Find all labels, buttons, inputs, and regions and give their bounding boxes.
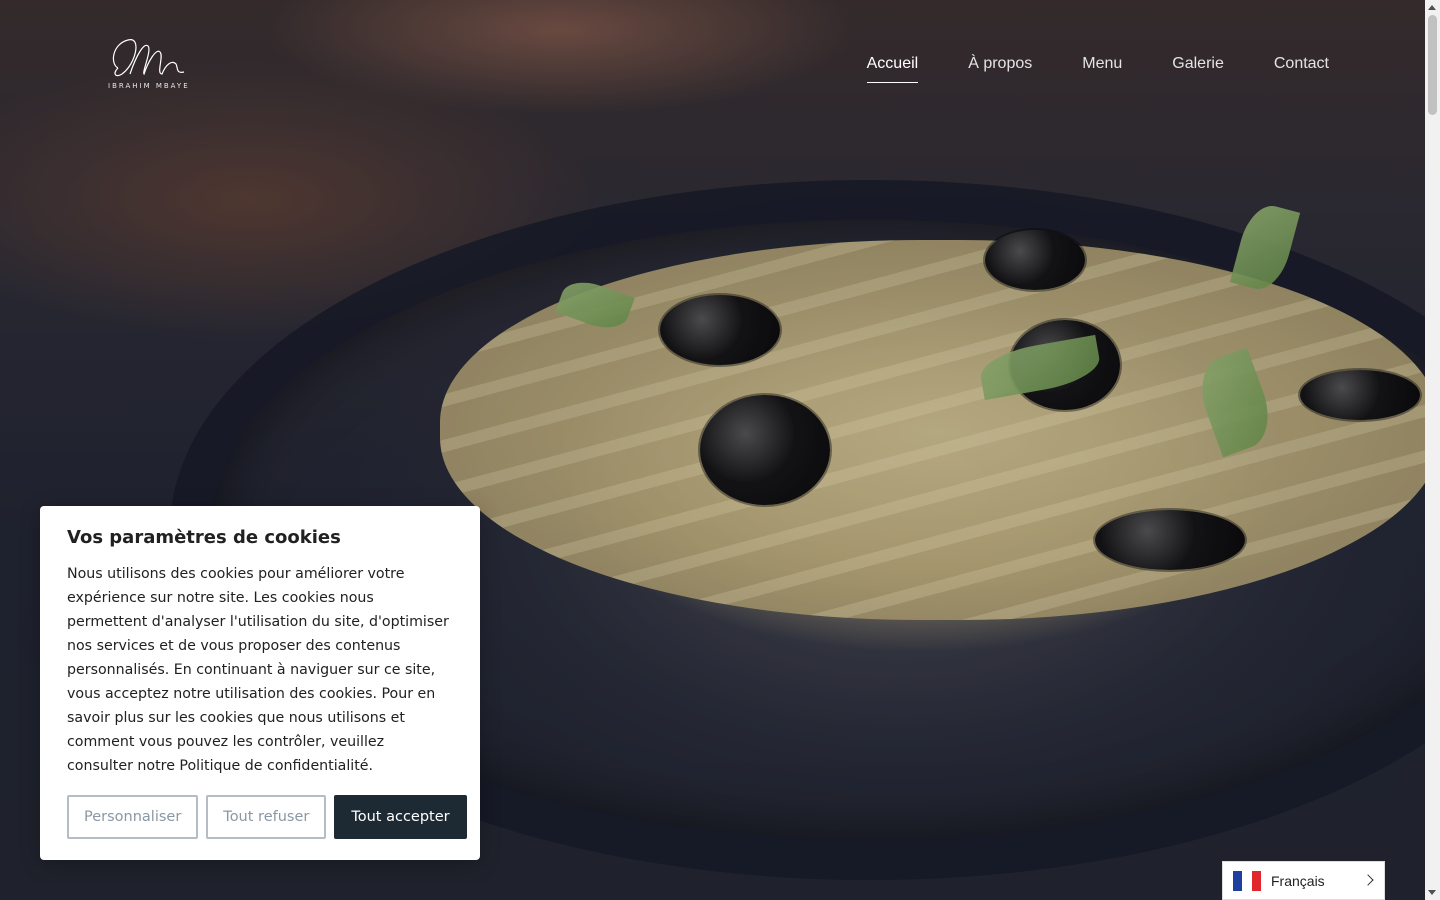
cookie-title: Vos paramètres de cookies — [67, 527, 341, 548]
cookie-actions: Personnaliser Tout refuser Tout accepter — [67, 795, 467, 839]
accept-all-button[interactable]: Tout accepter — [334, 795, 467, 839]
chevron-right-icon — [1362, 874, 1374, 886]
customize-button[interactable]: Personnaliser — [67, 795, 199, 839]
nav-item-galerie[interactable]: Galerie — [1172, 55, 1224, 83]
nav-item-contact[interactable]: Contact — [1274, 55, 1329, 83]
site-logo[interactable]: IBRAHIM MBAYE — [106, 34, 190, 96]
nav-item-accueil[interactable]: Accueil — [866, 55, 918, 83]
language-label: Français — [1271, 872, 1325, 889]
scroll-up-arrow-icon[interactable] — [1428, 5, 1436, 10]
main-nav: Accueil À propos Menu Galerie Contact — [866, 55, 1329, 83]
scroll-down-arrow-icon[interactable] — [1428, 890, 1436, 895]
reject-all-button[interactable]: Tout refuser — [206, 795, 327, 839]
language-selector[interactable]: Français — [1222, 861, 1385, 900]
signature-logo-icon — [112, 39, 185, 77]
logo-text: IBRAHIM MBAYE — [108, 82, 190, 90]
cookie-banner: Vos paramètres de cookies Nous utilisons… — [40, 506, 480, 860]
scroll-thumb[interactable] — [1428, 15, 1437, 115]
nav-item-menu[interactable]: Menu — [1082, 55, 1122, 83]
cookie-description: Nous utilisons des cookies pour améliore… — [67, 566, 449, 774]
nav-item-a-propos[interactable]: À propos — [968, 55, 1032, 83]
france-flag-icon — [1233, 870, 1261, 891]
page-scrollbar[interactable] — [1425, 0, 1440, 900]
